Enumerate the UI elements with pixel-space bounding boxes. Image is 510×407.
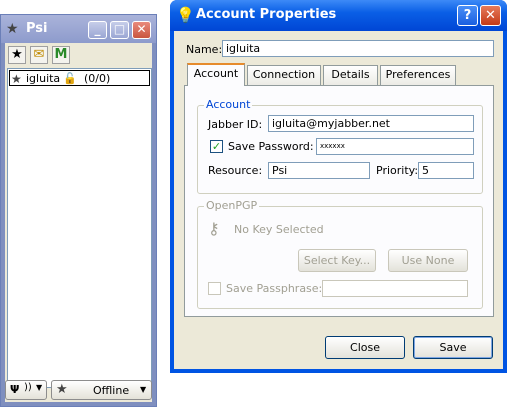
psi-toolbar: ★ ✉ M bbox=[5, 43, 152, 68]
contact-list[interactable]: ★ igluita 🔓 (0/0) bbox=[7, 68, 152, 388]
account-tab-panel: Account Jabber ID: igluita@myjabber.net … bbox=[184, 85, 494, 317]
dialog-title-bar[interactable]: 💡 Account Properties ? ✕ bbox=[170, 0, 507, 31]
add-contact-icon[interactable]: ★ bbox=[8, 46, 26, 64]
contact-count: (0/0) bbox=[84, 72, 111, 85]
psi-title-bar[interactable]: ★ Psi _ □ ✕ bbox=[1, 15, 156, 43]
tab-account[interactable]: Account bbox=[187, 63, 245, 86]
psi-menu-icon: Ψ bbox=[10, 383, 20, 396]
dialog-title: Account Properties bbox=[196, 7, 337, 22]
account-group-title: Account bbox=[204, 98, 253, 111]
password-field[interactable]: xxxxxx bbox=[316, 138, 474, 155]
tab-preferences[interactable]: Preferences bbox=[380, 65, 456, 85]
name-label: Name: bbox=[186, 43, 223, 56]
save-button[interactable]: Save bbox=[413, 336, 493, 359]
status-select-button[interactable]: ★ Offline ▼ bbox=[51, 380, 152, 400]
psi-star-icon: ★ bbox=[6, 21, 19, 37]
maximize-button[interactable]: □ bbox=[110, 21, 129, 39]
dialog-client-area: Name: igluita Account Connection Details… bbox=[174, 31, 503, 369]
use-none-button[interactable]: Use None bbox=[388, 249, 468, 272]
jabber-id-field[interactable]: igluita@myjabber.net bbox=[268, 115, 474, 132]
signal-icon: )) bbox=[24, 382, 32, 393]
close-button[interactable]: Close bbox=[325, 336, 405, 359]
lightbulb-icon: 💡 bbox=[176, 6, 195, 24]
save-passphrase-checkbox[interactable] bbox=[208, 282, 221, 295]
account-properties-dialog: 💡 Account Properties ? ✕ Name: igluita A… bbox=[170, 0, 507, 373]
psi-client-area: ★ ✉ M ★ igluita 🔓 (0/0) Ψ )) ▼ ★ Offline… bbox=[5, 43, 152, 402]
main-menu-button[interactable]: Ψ )) ▼ bbox=[5, 380, 47, 400]
lock-icon: 🔓 bbox=[63, 72, 77, 85]
resource-label: Resource: bbox=[208, 164, 263, 177]
save-passphrase-label: Save Passphrase: bbox=[226, 282, 323, 295]
tab-connection[interactable]: Connection bbox=[247, 65, 321, 85]
dialog-close-x-button[interactable]: ✕ bbox=[480, 5, 501, 26]
psi-close-button[interactable]: ✕ bbox=[132, 21, 151, 39]
status-star-icon: ★ bbox=[11, 72, 22, 86]
show-offline-icon[interactable]: ✉ bbox=[30, 46, 48, 64]
contact-name: igluita bbox=[26, 72, 61, 85]
tab-details[interactable]: Details bbox=[323, 65, 378, 85]
psi-window-title: Psi bbox=[26, 21, 48, 36]
help-button[interactable]: ? bbox=[457, 5, 478, 26]
resource-field[interactable]: Psi bbox=[268, 162, 370, 179]
openpgp-group-title: OpenPGP bbox=[204, 199, 260, 212]
chevron-down-icon: ▼ bbox=[140, 385, 147, 394]
key-icon: ⚷ bbox=[208, 219, 220, 238]
name-field[interactable]: igluita bbox=[222, 40, 494, 57]
save-password-label: Save Password: bbox=[228, 140, 314, 153]
select-key-button[interactable]: Select Key... bbox=[298, 249, 376, 272]
key-status-text: No Key Selected bbox=[234, 223, 324, 236]
save-password-checkbox[interactable]: ✓ bbox=[210, 140, 223, 153]
jabber-id-label: Jabber ID: bbox=[208, 118, 263, 131]
minimize-button[interactable]: _ bbox=[88, 21, 107, 39]
priority-field[interactable]: 5 bbox=[418, 162, 474, 179]
passphrase-field[interactable] bbox=[322, 280, 468, 297]
dropdown-arrow-icon: ▼ bbox=[36, 383, 43, 392]
priority-label: Priority: bbox=[376, 164, 419, 177]
openpgp-group: OpenPGP ⚷ No Key Selected Select Key... … bbox=[197, 199, 483, 309]
status-star-icon: ★ bbox=[56, 382, 68, 397]
psi-roster-window: ★ Psi _ □ ✕ ★ ✉ M ★ igluita 🔓 (0/0) Ψ ))… bbox=[0, 14, 157, 407]
account-group: Account Jabber ID: igluita@myjabber.net … bbox=[197, 98, 483, 194]
status-label: Offline bbox=[93, 384, 130, 397]
list-item[interactable]: ★ igluita 🔓 (0/0) bbox=[9, 70, 150, 86]
psi-bottom-bar: Ψ )) ▼ ★ Offline ▼ bbox=[5, 378, 152, 402]
show-agents-icon[interactable]: M bbox=[52, 46, 70, 64]
